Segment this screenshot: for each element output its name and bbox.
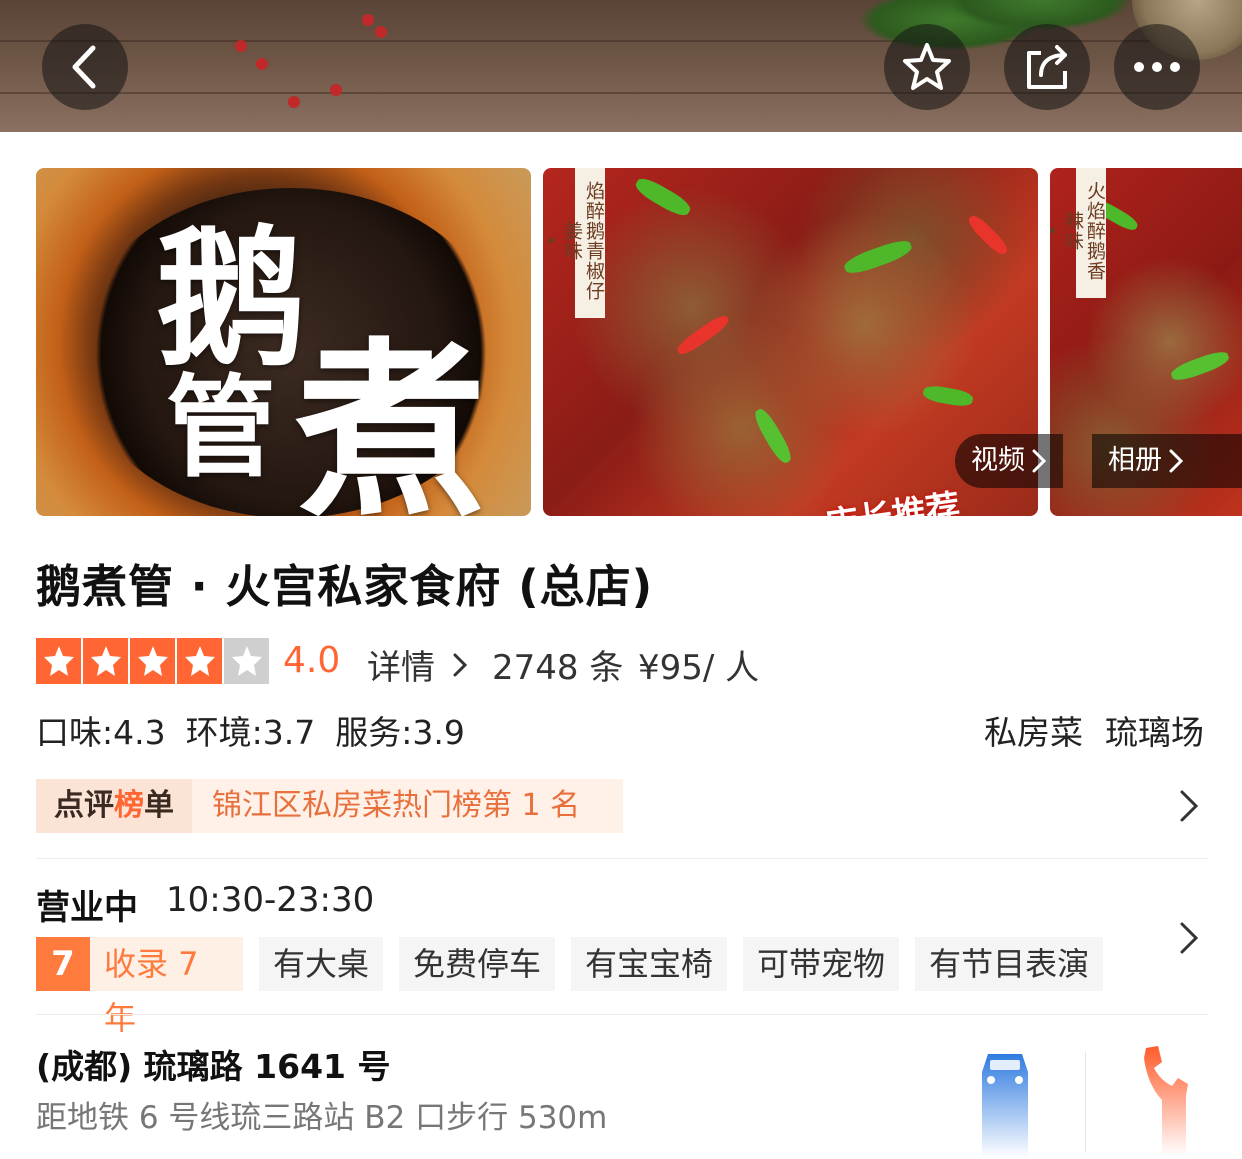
category-tag[interactable]: 私房菜 xyxy=(984,706,1083,754)
video-label: 视频 xyxy=(971,445,1025,476)
divider xyxy=(36,858,1208,859)
chevron-right-icon xyxy=(453,653,467,677)
open-status: 营业中 xyxy=(36,888,138,928)
divider xyxy=(1085,1052,1086,1152)
facility-tag: 有节目表演 xyxy=(915,937,1104,991)
dish-tag-2: 火焰醉鹅香辣味 xyxy=(1062,168,1106,298)
album-label: 相册 xyxy=(1108,445,1162,476)
back-button[interactable] xyxy=(42,24,128,110)
brand-glyph-2: 管 xyxy=(166,363,276,492)
facility-tag: 可带宠物 xyxy=(743,937,900,991)
divider xyxy=(36,1014,1208,1015)
ranking-banner[interactable]: 点评榜单 锦江区私房菜热门榜第 1 名 xyxy=(36,779,623,833)
star-icon xyxy=(36,638,81,684)
star-icon xyxy=(177,638,222,684)
car-icon[interactable] xyxy=(978,1048,1032,1158)
rating-score: 4.0 xyxy=(283,640,341,681)
video-button[interactable]: 视频 xyxy=(955,434,1063,488)
ranking-text: 锦江区私房菜热门榜第 1 名 xyxy=(192,779,623,833)
years-number: 7 xyxy=(36,937,90,991)
dish-tag-1: 焰醉鹅青椒仔姜味 xyxy=(561,168,605,318)
hours-chevron-icon[interactable] xyxy=(1178,920,1200,956)
more-button[interactable] xyxy=(1114,24,1200,110)
more-dots-icon xyxy=(1134,62,1180,72)
facility-tag: 有大桌 xyxy=(259,937,384,991)
address-line[interactable]: (成都) 琉璃路 1641 号 xyxy=(36,1040,390,1088)
sub-scores: 口味:4.3 环境:3.7 服务:3.9 xyxy=(36,706,465,754)
star-rating xyxy=(36,638,269,684)
chevron-right-icon xyxy=(1169,449,1184,473)
phone-icon[interactable] xyxy=(1140,1044,1190,1156)
star-outline-icon xyxy=(903,43,951,90)
album-button[interactable]: 相册 xyxy=(1092,434,1242,488)
shop-tags: 私房菜 琉璃场 xyxy=(984,706,1204,754)
avg-price: ¥95/ 人 xyxy=(638,648,760,688)
metro-distance: 距地铁 6 号线琉三路站 B2 口步行 530m xyxy=(36,1100,608,1136)
ranking-chevron-icon[interactable] xyxy=(1178,788,1200,824)
gallery-photo-logo[interactable]: 鹅 管 煮 xyxy=(36,168,531,516)
star-empty-icon xyxy=(224,638,269,684)
years-badge: 7 收录 7 年 xyxy=(36,937,243,1037)
facility-tag: 有宝宝椅 xyxy=(571,937,728,991)
brand-glyph-3: 煮 xyxy=(296,320,487,516)
service-score: 服务:3.9 xyxy=(335,713,465,752)
rating-detail-link[interactable]: 详情 xyxy=(367,640,470,689)
taste-score: 口味:4.3 xyxy=(36,713,166,752)
ranking-label: 点评榜单 xyxy=(36,779,192,833)
years-text: 收录 7 年 xyxy=(90,937,243,1037)
shop-name: 鹅煮管 · 火宫私家食府 (总店) xyxy=(36,560,654,613)
area-tag[interactable]: 琉璃场 xyxy=(1105,706,1204,754)
star-icon xyxy=(83,638,128,684)
chevron-right-icon xyxy=(1032,449,1047,473)
star-icon xyxy=(130,638,175,684)
open-hours: 10:30-23:30 xyxy=(166,880,375,920)
review-count[interactable]: 2748 条 xyxy=(492,640,623,689)
detail-label: 详情 xyxy=(367,648,435,688)
facility-tag: 免费停车 xyxy=(399,937,556,991)
environment-score: 环境:3.7 xyxy=(185,713,316,752)
facility-tags: 7 收录 7 年 有大桌 免费停车 有宝宝椅 可带宠物 有节目表演 xyxy=(36,937,1104,1037)
favorite-button[interactable] xyxy=(884,24,970,110)
share-button[interactable] xyxy=(1004,24,1090,110)
chevron-left-icon xyxy=(72,45,96,89)
share-icon xyxy=(1027,45,1067,89)
